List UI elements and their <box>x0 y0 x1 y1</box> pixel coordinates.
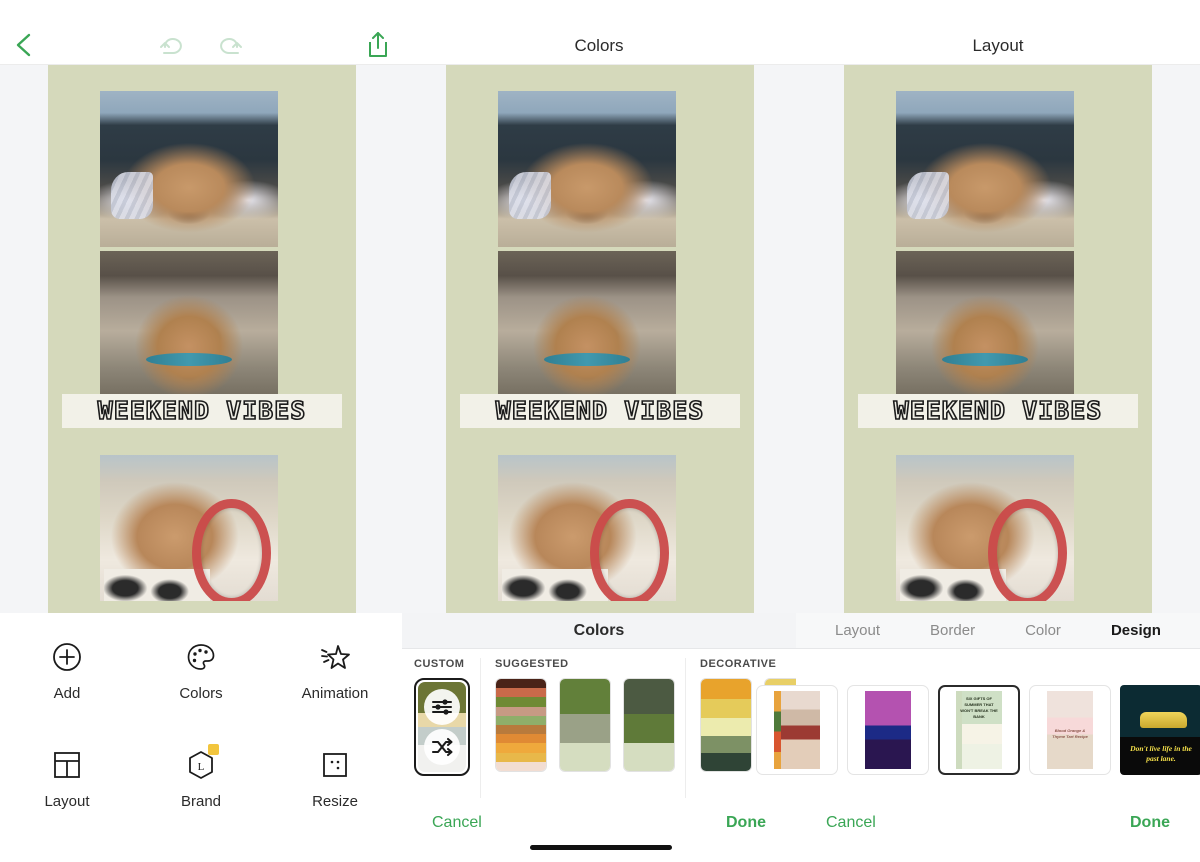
editor-tool-grid: Add Colors Animation Layout L Brand Resi… <box>0 640 402 810</box>
colors-action-bar: Cancel Done <box>402 798 796 862</box>
svg-text:L: L <box>198 761 205 773</box>
home-indicator <box>530 845 672 850</box>
colors-panel-title: Colors <box>402 0 796 65</box>
palette-icon <box>185 640 217 674</box>
template-green-botanical-text: SIX GIFTS OF SUMMER THAT WON'T BREAK THE… <box>960 695 998 719</box>
headline-text: WEEKEND VIBES <box>97 396 307 425</box>
layout-tab-bar: Layout Border Color Design <box>796 613 1200 649</box>
tool-layout-label: Layout <box>44 793 90 810</box>
tool-resize[interactable]: Resize <box>268 748 402 810</box>
headline-text-block[interactable]: WEEKEND VIBES <box>460 394 740 428</box>
sliders-icon[interactable] <box>424 689 460 725</box>
template-green-botanical[interactable]: SIX GIFTS OF SUMMER THAT WON'T BREAK THE… <box>938 685 1020 775</box>
headline-text-block[interactable]: WEEKEND VIBES <box>62 394 342 428</box>
done-button[interactable]: Done <box>1130 814 1170 832</box>
artboard-colors[interactable]: WEEKEND VIBES <box>446 65 754 613</box>
suggested-palette-1[interactable] <box>495 678 547 772</box>
sparkle-star-icon <box>319 640 351 674</box>
layout-action-bar: Cancel Done <box>796 798 1200 862</box>
colors-canvas-stage[interactable]: WEEKEND VIBES <box>402 65 796 613</box>
suggested-palette-3[interactable] <box>623 678 675 772</box>
colors-panel: Colors WEEKEND VIBES Colors CUSTOM SUGGE… <box>402 0 862 862</box>
collage-photo-1[interactable] <box>98 89 280 249</box>
template-retro-taxi[interactable]: Don't live life in the past lane. <box>1120 685 1200 775</box>
collage-photo-2[interactable] <box>894 249 1076 407</box>
design-template-list: SIX GIFTS OF SUMMER THAT WON'T BREAK THE… <box>756 676 1200 784</box>
photo-collage[interactable] <box>98 89 280 603</box>
shuffle-icon[interactable] <box>424 729 460 765</box>
undo-icon[interactable] <box>158 34 188 56</box>
plus-circle-icon <box>51 640 83 674</box>
colors-group-custom-label: CUSTOM <box>414 658 465 670</box>
template-retro-taxi-text: Don't live life in the past lane. <box>1130 744 1192 763</box>
collage-photo-3[interactable] <box>98 453 280 603</box>
tool-layout[interactable]: Layout <box>0 748 134 810</box>
collage-photo-2[interactable] <box>98 249 280 407</box>
layout-panel: Layout WEEKEND VIBES Layout Border Color… <box>756 0 1200 862</box>
colors-group-custom: CUSTOM <box>402 658 470 798</box>
redo-icon[interactable] <box>214 34 244 56</box>
tool-colors-label: Colors <box>179 685 223 702</box>
colors-group-suggested-label: SUGGESTED <box>495 658 569 670</box>
collage-photo-3[interactable] <box>496 453 678 603</box>
taxi-car-shape <box>1139 712 1188 729</box>
grid-layout-icon <box>52 748 82 782</box>
template-food-collage[interactable] <box>756 685 838 775</box>
tab-color[interactable]: Color <box>1025 622 1061 639</box>
headline-text: WEEKEND VIBES <box>495 396 705 425</box>
collage-photo-2[interactable] <box>496 249 678 407</box>
brand-premium-badge <box>208 744 219 755</box>
decorative-palette-1[interactable] <box>700 678 752 772</box>
colors-section-bar: Colors <box>402 613 796 649</box>
done-button[interactable]: Done <box>726 814 766 832</box>
artboard-layout[interactable]: WEEKEND VIBES <box>844 65 1152 613</box>
headline-text-block[interactable]: WEEKEND VIBES <box>858 394 1138 428</box>
tool-colors[interactable]: Colors <box>134 640 268 702</box>
tool-animation[interactable]: Animation <box>268 640 402 702</box>
tab-layout[interactable]: Layout <box>835 622 880 639</box>
editor-topbar <box>0 0 402 65</box>
template-dessert-recipe-text: Blood Orange & Thyme Tart Recipe <box>1052 728 1088 740</box>
colors-groups: CUSTOM SUGGESTED DECORATIVE <box>402 658 862 798</box>
photo-collage[interactable] <box>496 89 678 603</box>
photo-collage[interactable] <box>894 89 1076 603</box>
artboard-editor[interactable]: WEEKEND VIBES <box>48 65 356 613</box>
template-purple-fashion[interactable] <box>847 685 929 775</box>
layout-canvas-stage[interactable]: WEEKEND VIBES <box>796 65 1200 613</box>
tool-resize-label: Resize <box>312 793 358 810</box>
template-dessert-recipe[interactable]: Blood Orange & Thyme Tart Recipe <box>1029 685 1111 775</box>
resize-icon <box>320 748 350 782</box>
chevron-left-icon[interactable] <box>12 30 34 60</box>
brand-hexagon-icon: L <box>186 744 219 782</box>
cancel-button[interactable]: Cancel <box>432 814 482 832</box>
cancel-button[interactable]: Cancel <box>826 814 876 832</box>
custom-palette-button[interactable] <box>414 678 470 776</box>
app-screen: WEEKEND VIBES Add Colors Animation Layou… <box>0 0 1200 862</box>
headline-text: WEEKEND VIBES <box>893 396 1103 425</box>
tool-brand-label: Brand <box>180 793 222 810</box>
tool-add[interactable]: Add <box>0 640 134 702</box>
tool-animation-label: Animation <box>301 685 369 702</box>
collage-photo-1[interactable] <box>894 89 1076 249</box>
tab-design[interactable]: Design <box>1111 622 1161 639</box>
colors-group-suggested: SUGGESTED <box>480 658 675 798</box>
suggested-palette-2[interactable] <box>559 678 611 772</box>
share-export-icon[interactable] <box>365 30 391 60</box>
tool-brand[interactable]: L Brand <box>134 744 268 810</box>
editor-panel: WEEKEND VIBES Add Colors Animation Layou… <box>0 0 402 862</box>
tab-border[interactable]: Border <box>930 622 975 639</box>
layout-panel-title: Layout <box>796 0 1200 65</box>
tool-add-label: Add <box>53 685 81 702</box>
collage-photo-1[interactable] <box>496 89 678 249</box>
editor-canvas-stage[interactable]: WEEKEND VIBES <box>0 65 402 613</box>
collage-photo-3[interactable] <box>894 453 1076 603</box>
